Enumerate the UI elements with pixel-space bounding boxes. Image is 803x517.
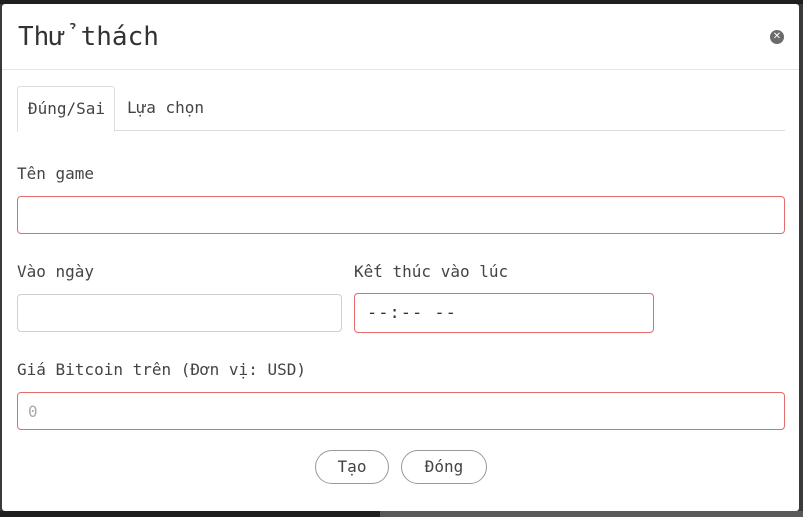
backdrop-edge-bottom-left	[0, 511, 380, 517]
end-time-value: --:-- --	[367, 303, 457, 323]
date-label: Vào ngày	[17, 262, 95, 281]
end-time-label: Kết thúc vào lúc	[354, 262, 509, 281]
close-icon[interactable]: ✕	[770, 30, 784, 44]
date-input[interactable]	[17, 294, 342, 332]
tab-bar: Đúng/Sai Lựa chọn	[17, 86, 785, 132]
tab-true-false[interactable]: Đúng/Sai	[17, 86, 115, 132]
create-button[interactable]: Tạo	[315, 450, 389, 484]
challenge-modal: Thử thách ✕ Đúng/Sai Lựa chọn Tên game V…	[2, 4, 799, 511]
backdrop-edge-bottom-right	[380, 511, 803, 517]
game-name-label: Tên game	[17, 164, 95, 183]
end-time-input[interactable]: --:-- --	[354, 293, 654, 333]
close-button[interactable]: Đóng	[401, 450, 487, 484]
tab-multiple-choice[interactable]: Lựa chọn	[117, 86, 217, 131]
game-name-input[interactable]	[17, 196, 785, 234]
bitcoin-price-input[interactable]	[17, 392, 785, 430]
modal-header: Thử thách ✕	[2, 4, 799, 70]
modal-title: Thử thách	[18, 22, 159, 52]
bitcoin-price-label: Giá Bitcoin trên (Đơn vị: USD)	[17, 360, 306, 379]
